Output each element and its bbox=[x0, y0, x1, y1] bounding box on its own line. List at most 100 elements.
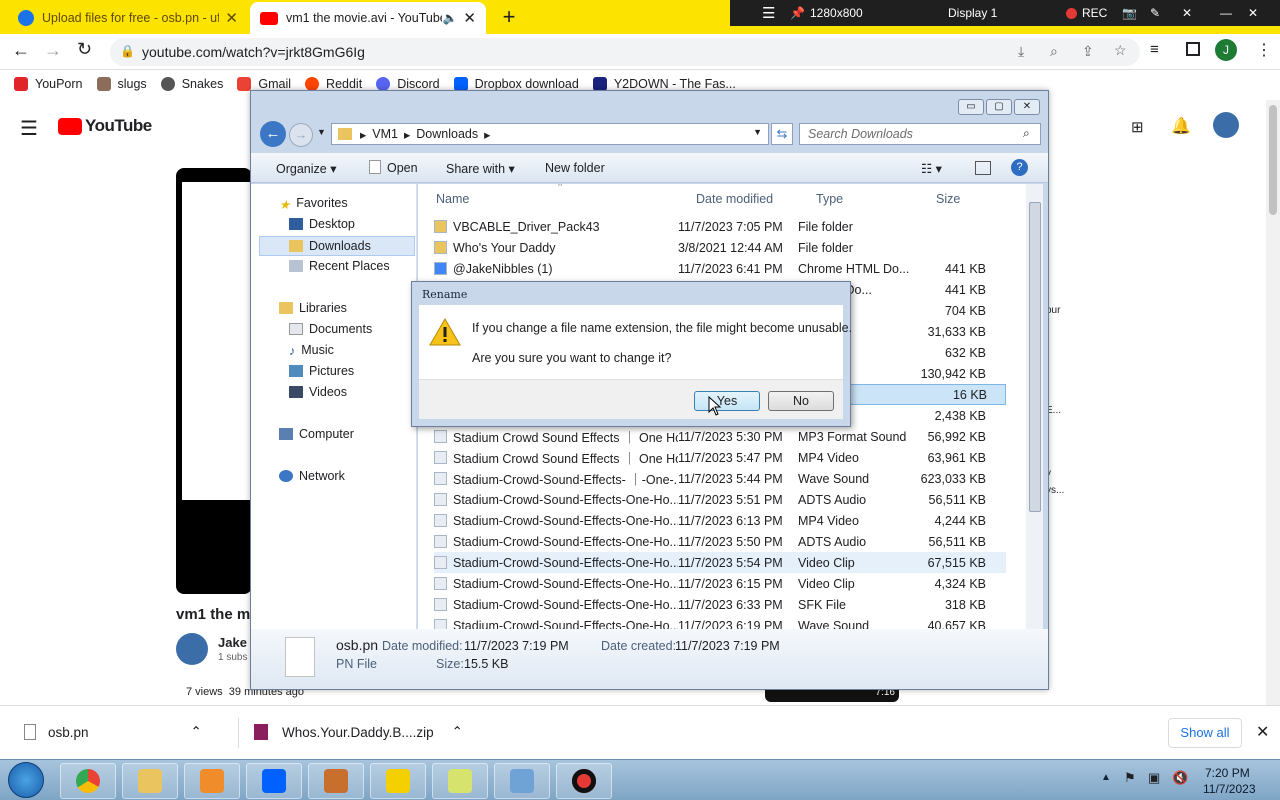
menu-icon[interactable]: ☰ bbox=[762, 4, 775, 22]
nav-music[interactable]: ♪ Music bbox=[289, 343, 334, 358]
show-all-button[interactable]: Show all bbox=[1168, 718, 1242, 748]
file-row[interactable]: Stadium-Crowd-Sound-Effects- ｜-One-... 11… bbox=[434, 468, 1006, 489]
tab-youtube[interactable]: vm1 the movie.avi - YouTube 🔈 ✕ bbox=[250, 2, 486, 34]
close-tab-icon[interactable]: ✕ bbox=[463, 9, 476, 27]
bookmark-slugs[interactable]: slugs bbox=[96, 77, 147, 91]
nav-network[interactable]: Network bbox=[279, 469, 345, 483]
download-item-zip[interactable]: Whos.Your.Daddy.B....zip ⌃ bbox=[254, 724, 463, 740]
column-type[interactable]: Type bbox=[816, 192, 843, 206]
breadcrumb-vm1[interactable]: VM1 bbox=[372, 127, 398, 141]
taskbar-app[interactable] bbox=[308, 763, 364, 799]
bookmark-reddit[interactable]: Reddit bbox=[305, 77, 362, 91]
download-options-chevron-icon[interactable]: ⌃ bbox=[191, 724, 202, 740]
start-button[interactable] bbox=[8, 762, 44, 798]
hamburger-menu-icon[interactable]: ☰ bbox=[20, 116, 38, 141]
minimize-recorder-icon[interactable]: — bbox=[1220, 6, 1232, 20]
back-icon[interactable]: ← bbox=[12, 40, 30, 61]
help-icon[interactable]: ? bbox=[1011, 159, 1028, 176]
reload-icon[interactable]: ↻ bbox=[77, 39, 92, 60]
taskbar-explorer[interactable] bbox=[122, 763, 178, 799]
taskbar-sticky-notes[interactable] bbox=[432, 763, 488, 799]
minimize-button[interactable]: ▭ bbox=[958, 99, 984, 115]
clock-date[interactable]: 11/7/2023 bbox=[1203, 782, 1256, 796]
bookmark-gmail[interactable]: Gmail bbox=[237, 77, 291, 91]
file-row[interactable]: Stadium-Crowd-Sound-Effects-One-Ho... 11/… bbox=[434, 615, 1006, 629]
scrollbar-thumb[interactable] bbox=[1269, 105, 1277, 215]
video-player[interactable] bbox=[176, 168, 252, 594]
notifications-bell-icon[interactable]: 🔔 bbox=[1171, 116, 1191, 136]
bookmark-snakes[interactable]: Snakes bbox=[160, 77, 223, 91]
network-tray-icon[interactable]: ▣ bbox=[1148, 770, 1160, 786]
explorer-address-bar[interactable]: ▸ VM1 ▸ Downloads ▸ ▼ bbox=[331, 123, 769, 145]
breadcrumb-downloads[interactable]: Downloads bbox=[416, 127, 478, 141]
file-row[interactable]: Stadium-Crowd-Sound-Effects-One-Ho... 11/… bbox=[434, 510, 1006, 531]
share-icon[interactable]: ⇪ bbox=[1082, 43, 1094, 60]
url-text[interactable]: youtube.com/watch?v=jrkt8GmG6Ig bbox=[142, 44, 365, 60]
nav-libraries[interactable]: Libraries bbox=[279, 301, 347, 315]
organize-button[interactable]: Organize ▾ bbox=[276, 161, 336, 176]
profile-avatar[interactable]: J bbox=[1215, 39, 1237, 61]
file-row[interactable]: Stadium Crowd Sound Effects ｜ One Ho... 1… bbox=[434, 426, 1006, 447]
pen-icon[interactable]: ✎ bbox=[1150, 6, 1160, 20]
yes-button[interactable]: Yes bbox=[694, 391, 760, 411]
explorer-forward-icon[interactable]: → bbox=[289, 123, 313, 147]
address-bar[interactable]: 🔒 youtube.com/watch?v=jrkt8GmG6Ig ⤓ ⌕ ⇪ … bbox=[110, 38, 1140, 66]
explorer-back-icon[interactable]: ← bbox=[260, 121, 286, 147]
taskbar-chrome[interactable] bbox=[60, 763, 116, 799]
zoom-icon[interactable]: ⌕ bbox=[1050, 43, 1058, 60]
nav-downloads[interactable]: Downloads bbox=[259, 236, 415, 256]
nav-computer[interactable]: Computer bbox=[279, 427, 354, 441]
user-avatar[interactable] bbox=[1213, 112, 1239, 138]
explorer-search-box[interactable]: Search Downloads bbox=[799, 123, 1041, 145]
new-folder-button[interactable]: New folder bbox=[545, 161, 605, 175]
tab-ufile[interactable]: Upload files for free - osb.pn - ufile.i… bbox=[8, 2, 248, 34]
address-dropdown-icon[interactable]: ▼ bbox=[753, 127, 762, 137]
open-button[interactable]: Open bbox=[387, 161, 418, 175]
bookmark-y2down[interactable]: Y2DOWN - The Fas... bbox=[592, 77, 736, 91]
file-row[interactable]: Stadium-Crowd-Sound-Effects-One-Ho... 11/… bbox=[434, 594, 1006, 615]
bookmark-star-icon[interactable]: ☆ bbox=[1114, 42, 1127, 59]
audio-playing-icon[interactable]: 🔈 bbox=[442, 11, 457, 25]
file-list-scroll-thumb[interactable] bbox=[1029, 202, 1041, 512]
page-scrollbar[interactable] bbox=[1266, 100, 1280, 705]
refresh-icon[interactable]: ⇆ bbox=[771, 123, 793, 145]
file-row[interactable]: Stadium-Crowd-Sound-Effects-One-Ho... 11/… bbox=[434, 552, 1006, 573]
install-icon[interactable]: ⤓ bbox=[1018, 43, 1024, 60]
file-row[interactable]: VBCABLE_Driver_Pack43 11/7/2023 7:05 PM Fi… bbox=[434, 216, 1006, 237]
bookmark-youporn[interactable]: YouPorn bbox=[14, 77, 83, 91]
new-tab-button[interactable]: + bbox=[498, 4, 520, 30]
close-downloads-bar-icon[interactable]: ✕ bbox=[1256, 722, 1269, 742]
close-window-icon[interactable]: ✕ bbox=[1248, 6, 1258, 20]
clock-time[interactable]: 7:20 PM bbox=[1205, 766, 1250, 780]
close-recorder-icon[interactable]: ✕ bbox=[1182, 6, 1192, 20]
view-options-icon[interactable]: ☷ ▾ bbox=[921, 161, 942, 176]
column-date-modified[interactable]: Date modified bbox=[696, 192, 773, 206]
taskbar-media-player[interactable] bbox=[184, 763, 240, 799]
rec-label[interactable]: REC bbox=[1082, 6, 1107, 20]
no-button[interactable]: No bbox=[768, 391, 834, 411]
youtube-logo[interactable]: YouTube bbox=[58, 116, 152, 136]
nav-recent-places[interactable]: Recent Places bbox=[289, 259, 390, 273]
download-item-osb[interactable]: osb.pn ⌃ bbox=[24, 724, 202, 740]
column-name[interactable]: Name bbox=[436, 192, 469, 206]
nav-pictures[interactable]: Pictures bbox=[289, 364, 354, 378]
nav-videos[interactable]: Videos bbox=[289, 385, 347, 399]
nav-favorites[interactable]: ★ Favorites bbox=[279, 196, 348, 212]
taskbar-recorder[interactable] bbox=[556, 763, 612, 799]
channel-name[interactable]: Jake bbox=[218, 635, 247, 650]
kebab-menu-icon[interactable]: ⋮ bbox=[1256, 40, 1272, 60]
create-video-icon[interactable]: ⊞ bbox=[1131, 118, 1144, 136]
close-button[interactable]: ✕ bbox=[1014, 99, 1040, 115]
pin-icon[interactable]: 📌 bbox=[790, 6, 805, 20]
search-icon[interactable]: ⌕ bbox=[1023, 126, 1030, 141]
taskbar-notes[interactable] bbox=[370, 763, 426, 799]
file-row[interactable]: Stadium Crowd Sound Effects ｜ One Ho... 1… bbox=[434, 447, 1006, 468]
taskbar-dropbox[interactable] bbox=[246, 763, 302, 799]
file-list-scrollbar[interactable] bbox=[1026, 184, 1043, 629]
lock-icon[interactable]: 🔒 bbox=[120, 44, 135, 58]
tray-expand-icon[interactable]: ▲ bbox=[1101, 772, 1111, 783]
bookmark-discord[interactable]: Discord bbox=[376, 77, 440, 91]
media-icon[interactable]: ≡ bbox=[1150, 41, 1159, 58]
recorder-display[interactable]: Display 1 bbox=[948, 6, 997, 20]
file-row[interactable]: Stadium-Crowd-Sound-Effects-One-Ho... 11/… bbox=[434, 531, 1006, 552]
